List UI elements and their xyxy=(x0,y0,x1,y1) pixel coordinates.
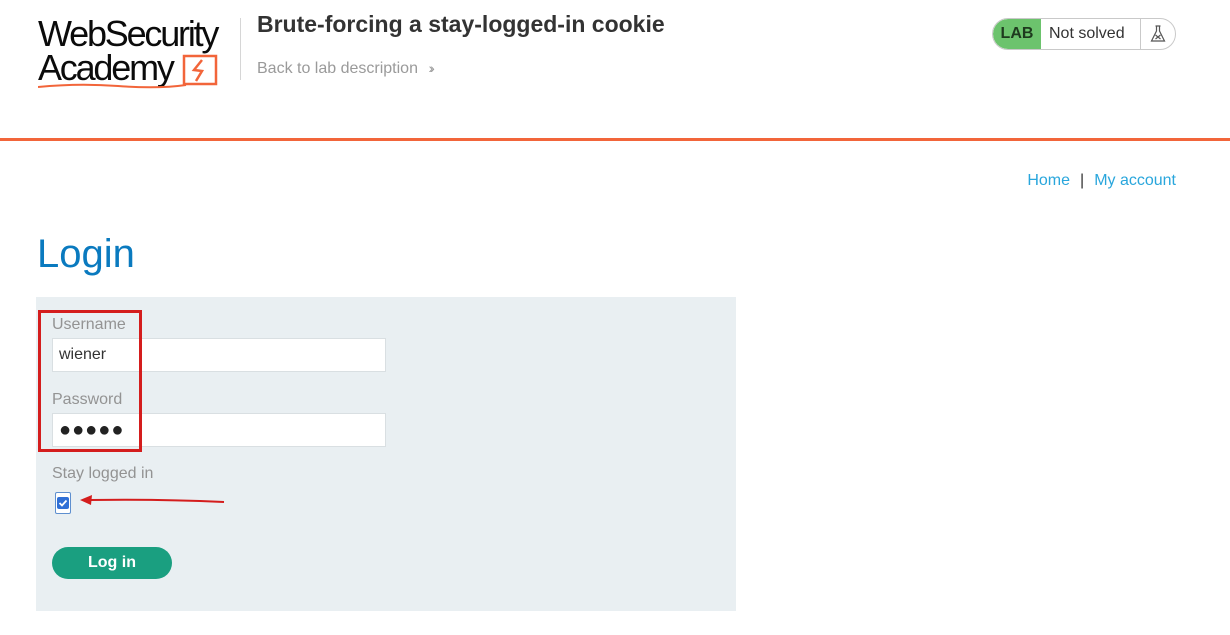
page-header: WebSecurity Academy Brute-forcing a stay… xyxy=(0,0,1230,141)
logo-text-line2: Academy xyxy=(38,47,175,88)
home-link[interactable]: Home xyxy=(1027,172,1070,189)
web-security-academy-logo[interactable]: WebSecurity Academy xyxy=(38,16,238,89)
stay-logged-in-checkbox[interactable] xyxy=(55,492,71,514)
lab-status-widget: LAB Not solved xyxy=(992,18,1176,50)
nav-separator: | xyxy=(1080,172,1085,189)
credentials-highlight-box xyxy=(38,310,142,452)
logo-underline-icon xyxy=(38,83,187,89)
stay-logged-in-label: Stay logged in xyxy=(52,465,154,482)
checkmark-icon xyxy=(57,497,69,509)
flask-icon xyxy=(1141,19,1175,49)
lab-status-text: Not solved xyxy=(1041,19,1141,49)
back-to-lab-description-link[interactable]: Back to lab description ›› xyxy=(257,60,435,78)
log-in-button[interactable]: Log in xyxy=(52,547,172,579)
page-title: Login xyxy=(37,232,135,276)
top-navigation: Home | My account xyxy=(1027,172,1176,190)
double-chevron-right-icon: ›› xyxy=(428,60,435,76)
back-link-label: Back to lab description xyxy=(257,60,418,77)
lab-badge: LAB xyxy=(993,19,1041,49)
checkbox-arrow-annotation xyxy=(80,495,225,505)
my-account-link[interactable]: My account xyxy=(1094,172,1176,189)
lab-title: Brute-forcing a stay-logged-in cookie xyxy=(257,11,665,37)
header-divider xyxy=(240,18,241,80)
